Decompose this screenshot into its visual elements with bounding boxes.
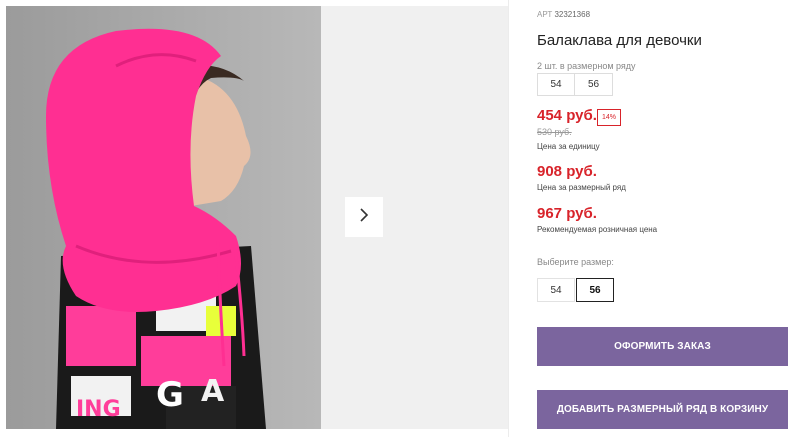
pack-label: 2 шт. в размерном ряду <box>537 61 636 71</box>
add-to-cart-button[interactable]: ДОБАВИТЬ РАЗМЕРНЫЙ РЯД В КОРЗИНУ <box>537 390 788 429</box>
chevron-right-icon <box>358 207 370 228</box>
svg-text:ING: ING <box>76 397 121 422</box>
product-photo: G A ING <box>6 6 321 429</box>
product-photo-illustration: G A ING <box>6 6 321 429</box>
svg-text:A: A <box>201 374 225 409</box>
pack-size-56: 56 <box>575 73 613 96</box>
divider <box>508 0 509 437</box>
gallery-next-button[interactable] <box>345 197 383 237</box>
size-option-56[interactable]: 56 <box>576 278 614 302</box>
old-price: 530 руб. <box>537 127 572 137</box>
article-number: АРТ 32321368 <box>537 10 590 19</box>
row-price-label: Цена за размерный ряд <box>537 183 626 192</box>
size-select-label: Выберите размер: <box>537 257 614 267</box>
size-options: 54 56 <box>537 278 614 302</box>
product-title: Балаклава для девочки <box>537 32 702 49</box>
product-gallery: G A ING <box>0 0 508 437</box>
place-order-button[interactable]: ОФОРМИТЬ ЗАКАЗ <box>537 327 788 366</box>
size-option-54[interactable]: 54 <box>537 278 575 302</box>
pack-size-54: 54 <box>537 73 575 96</box>
row-price: 908 руб. <box>537 163 597 180</box>
pack-sizes: 54 56 <box>537 73 613 96</box>
product-info: АРТ 32321368 Балаклава для девочки 2 шт.… <box>537 0 792 437</box>
unit-price-label: Цена за единицу <box>537 142 600 151</box>
rrp-price: 967 руб. <box>537 205 597 222</box>
svg-text:G: G <box>156 375 184 415</box>
discount-badge: 14% <box>597 109 621 126</box>
unit-price: 454 руб. <box>537 107 597 124</box>
rrp-price-label: Рекомендуемая розничная цена <box>537 225 658 234</box>
article-value: 32321368 <box>554 10 591 19</box>
article-label: АРТ <box>537 10 553 19</box>
